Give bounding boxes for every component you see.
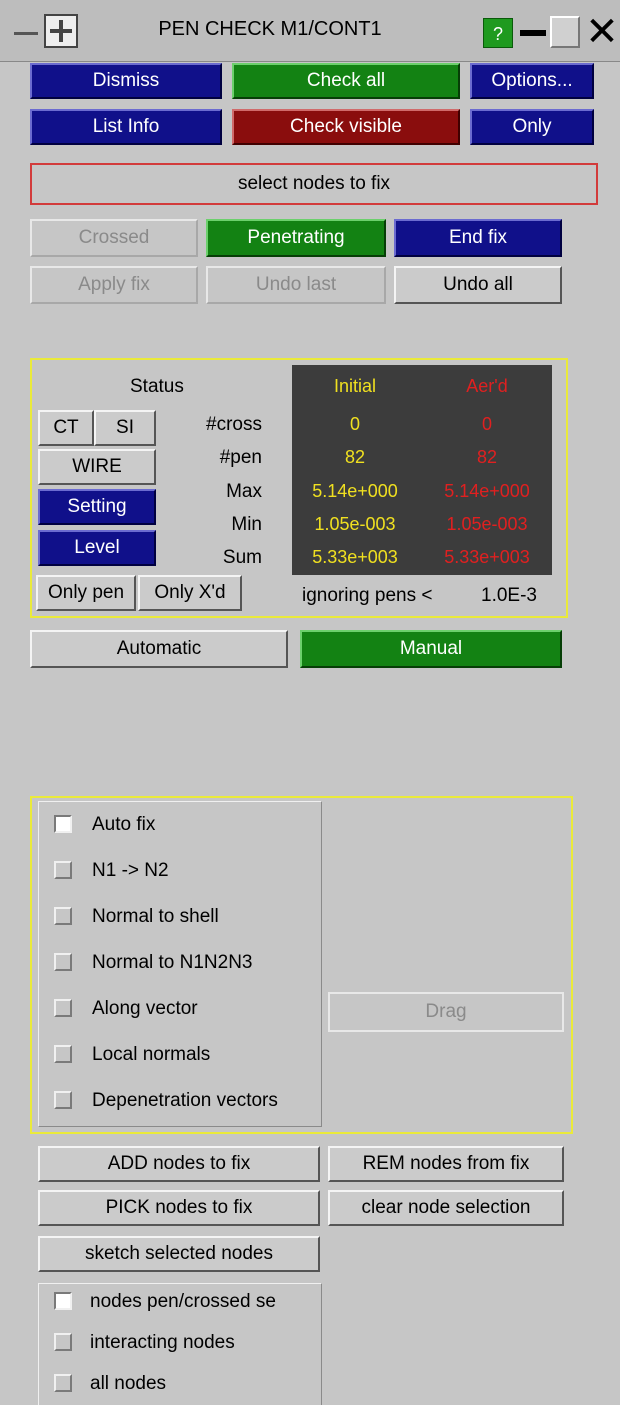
after-cross: 0 <box>481 414 492 434</box>
auto-fix-checkbox[interactable] <box>54 815 72 833</box>
automatic-button[interactable]: Automatic <box>30 630 288 668</box>
only-crossed-button[interactable]: Only X'd <box>138 575 242 611</box>
move-cross-icon[interactable] <box>44 14 78 48</box>
status-label: Status <box>130 376 184 397</box>
crossed-button[interactable]: Crossed <box>30 219 198 257</box>
check-all-button[interactable]: Check all <box>232 63 460 99</box>
local-normals-label: Local normals <box>92 1044 211 1065</box>
check-visible-button[interactable]: Check visible <box>232 109 460 145</box>
row-label-pen: #pen <box>219 447 262 468</box>
n1-n2-label: N1 -> N2 <box>92 860 169 881</box>
sketch-nodes-button[interactable]: sketch selected nodes <box>38 1236 320 1272</box>
status-message: select nodes to fix <box>30 163 598 205</box>
maximize-icon[interactable] <box>550 16 580 48</box>
remove-nodes-button[interactable]: REM nodes from fix <box>328 1146 564 1182</box>
initial-header: Initial <box>333 376 377 396</box>
undo-all-button[interactable]: Undo all <box>394 266 562 304</box>
close-icon[interactable]: ✕ <box>584 12 620 52</box>
after-pen: 82 <box>476 447 498 467</box>
add-nodes-button[interactable]: ADD nodes to fix <box>38 1146 320 1182</box>
only-pen-button[interactable]: Only pen <box>36 575 136 611</box>
setting-button[interactable]: Setting <box>38 489 156 525</box>
normal-to-n1n2n3-label: Normal to N1N2N3 <box>92 952 253 973</box>
manual-button[interactable]: Manual <box>300 630 562 668</box>
undo-last-button[interactable]: Undo last <box>206 266 386 304</box>
normal-to-shell-label: Normal to shell <box>92 906 219 927</box>
row-label-sum: Sum <box>222 547 262 568</box>
ignoring-label: ignoring pens < <box>302 585 433 606</box>
initial-sum: 5.33e+003 <box>312 547 398 567</box>
apply-fix-button[interactable]: Apply fix <box>30 266 198 304</box>
list-info-button[interactable]: List Info <box>30 109 222 145</box>
depenetration-vectors-checkbox[interactable] <box>54 1091 72 1109</box>
depenetration-vectors-label: Depenetration vectors <box>92 1090 278 1111</box>
normal-to-shell-checkbox[interactable] <box>54 907 72 925</box>
pick-nodes-button[interactable]: PICK nodes to fix <box>38 1190 320 1226</box>
wire-button[interactable]: WIRE <box>38 449 156 485</box>
auto-fix-label: Auto fix <box>92 814 156 835</box>
dismiss-button[interactable]: Dismiss <box>30 63 222 99</box>
after-min: 1.05e-003 <box>446 514 528 534</box>
clear-selection-button[interactable]: clear node selection <box>328 1190 564 1226</box>
after-sum: 5.33e+003 <box>444 547 530 567</box>
drag-button[interactable]: Drag <box>328 992 564 1032</box>
normal-to-n1n2n3-checkbox[interactable] <box>54 953 72 971</box>
after-max: 5.14e+000 <box>444 481 530 501</box>
nodes-pen-crossed-checkbox[interactable] <box>54 1292 72 1310</box>
initial-pen: 82 <box>344 447 366 467</box>
along-vector-label: Along vector <box>92 998 198 1019</box>
n1-n2-checkbox[interactable] <box>54 861 72 879</box>
row-label-cross: #cross <box>206 414 262 435</box>
along-vector-checkbox[interactable] <box>54 999 72 1017</box>
si-button[interactable]: SI <box>94 410 156 446</box>
nodes-pen-crossed-label: nodes pen/crossed se <box>90 1291 276 1312</box>
window-title: PEN CHECK M1/CONT1 <box>158 18 382 40</box>
options-button[interactable]: Options... <box>470 63 594 99</box>
row-label-min: Min <box>231 514 262 535</box>
after-header: Aer'd <box>466 376 508 396</box>
all-nodes-checkbox[interactable] <box>54 1374 72 1392</box>
ct-button[interactable]: CT <box>38 410 94 446</box>
initial-min: 1.05e-003 <box>314 514 396 534</box>
menu-dash-icon[interactable] <box>14 32 38 35</box>
help-button[interactable]: ? <box>483 18 513 48</box>
level-button[interactable]: Level <box>38 530 156 566</box>
interacting-nodes-label: interacting nodes <box>90 1332 235 1353</box>
initial-cross: 0 <box>349 414 360 434</box>
initial-max: 5.14e+000 <box>312 481 398 501</box>
all-nodes-label: all nodes <box>90 1373 167 1394</box>
interacting-nodes-checkbox[interactable] <box>54 1333 72 1351</box>
minimize-icon[interactable] <box>520 30 546 36</box>
local-normals-checkbox[interactable] <box>54 1045 72 1063</box>
ignoring-value: 1.0E-3 <box>481 585 537 606</box>
end-fix-button[interactable]: End fix <box>394 219 562 257</box>
only-button[interactable]: Only <box>470 109 594 145</box>
row-label-max: Max <box>226 481 262 502</box>
penetrating-button[interactable]: Penetrating <box>206 219 386 257</box>
